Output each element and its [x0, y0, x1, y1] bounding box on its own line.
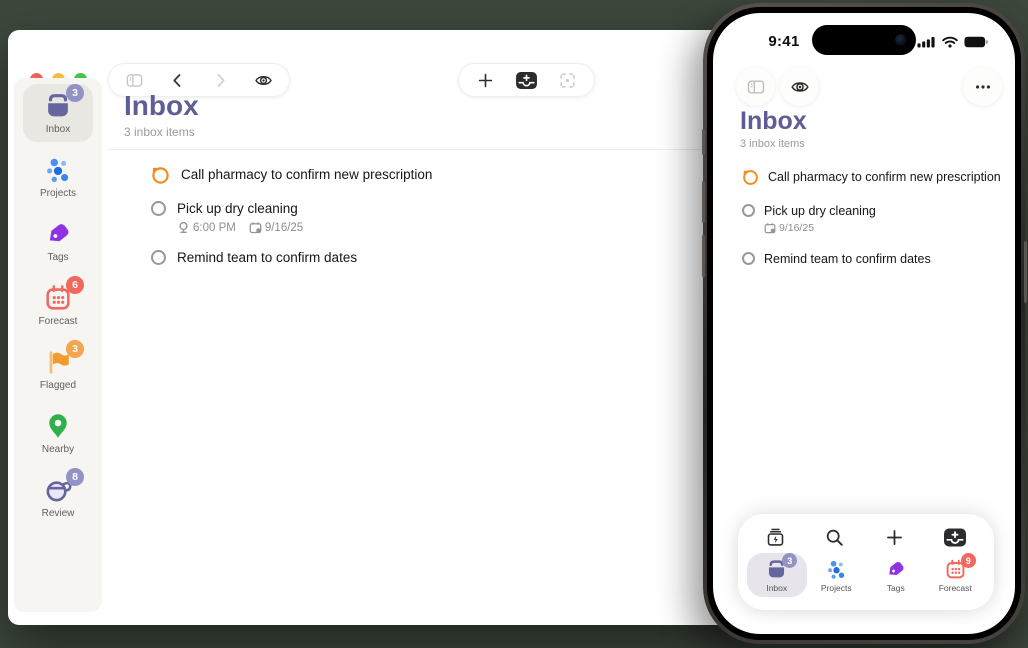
volume-up-button [702, 181, 705, 223]
ellipsis-icon [973, 77, 993, 97]
cellular-signal-icon [917, 36, 936, 48]
sidebar-item-label: Tags [47, 252, 68, 263]
sidebar-item-inbox[interactable]: 3 Inbox [23, 84, 93, 142]
tag-icon [884, 558, 907, 581]
due-time-chip: 6:00 PM [177, 221, 236, 234]
flagged-task-checkbox[interactable] [742, 169, 759, 186]
task-row[interactable]: Call pharmacy to confirm new prescriptio… [742, 169, 1005, 186]
due-date-chip: 9/16/25 [764, 222, 814, 234]
task-list: Call pharmacy to confirm new prescriptio… [742, 169, 1005, 283]
task-checkbox[interactable] [151, 250, 166, 265]
dynamic-island [812, 25, 916, 55]
sidebar-item-review[interactable]: 8 Review [23, 468, 93, 526]
forecast-badge: 9 [961, 553, 976, 568]
sidebar-item-nearby[interactable]: Nearby [23, 404, 93, 462]
tag-icon [43, 219, 73, 249]
sidebar-toggle-icon [746, 77, 766, 97]
page-subtitle: 3 inbox items [740, 138, 807, 150]
projects-dots-icon [43, 155, 73, 185]
sidebar-item-label: Review [42, 508, 75, 519]
tab-inbox[interactable]: 3 Inbox [747, 553, 807, 597]
due-time: 6:00 PM [193, 222, 236, 234]
sidebar-item-label: Nearby [42, 444, 74, 455]
eye-icon [790, 77, 810, 97]
tab-label: Projects [821, 583, 852, 593]
task-checkbox[interactable] [742, 204, 755, 217]
save-to-inbox-icon[interactable] [943, 527, 967, 548]
front-camera [895, 34, 907, 46]
phone-more-button[interactable] [963, 67, 1002, 106]
status-bar-icons [917, 36, 989, 48]
inbox-badge: 3 [66, 84, 84, 102]
battery-icon [964, 36, 989, 48]
tab-tags[interactable]: Tags [866, 553, 926, 597]
wifi-icon [942, 36, 958, 48]
sidebar-item-tags[interactable]: Tags [23, 212, 93, 270]
tab-label: Tags [887, 583, 905, 593]
flagged-badge: 3 [66, 340, 84, 358]
phone-sidebar-toggle-button[interactable] [736, 67, 775, 106]
task-checkbox[interactable] [742, 252, 755, 265]
phone-quick-actions [738, 514, 994, 548]
due-date: 9/16/25 [779, 222, 814, 234]
quick-capture-icon[interactable] [765, 527, 786, 548]
power-button [1024, 241, 1027, 303]
task-title: Remind team to confirm dates [764, 251, 931, 266]
phone-bezel: 9:41 Inbox 3 inbox items [707, 7, 1021, 640]
task-metadata: 6:00 PM 9/16/25 [177, 221, 303, 234]
tab-projects[interactable]: Projects [807, 553, 867, 597]
map-pin-icon [43, 411, 73, 441]
sidebar-item-flagged[interactable]: 3 Flagged [23, 340, 93, 398]
sidebar-item-forecast[interactable]: 6 Forecast [23, 276, 93, 334]
task-title: Call pharmacy to confirm new prescriptio… [181, 166, 432, 182]
action-button [702, 129, 705, 155]
sidebar-item-label: Projects [40, 188, 76, 199]
task-checkbox[interactable] [151, 201, 166, 216]
forecast-badge: 6 [66, 276, 84, 294]
mac-sidebar: 3 Inbox Projects Tags 6 [14, 78, 102, 612]
phone-bottom-bar: 3 Inbox Projects [738, 514, 994, 610]
status-bar-time: 9:41 [749, 33, 819, 50]
sidebar-item-projects[interactable]: Projects [23, 148, 93, 206]
due-date-chip: 9/16/25 [249, 221, 303, 234]
task-title: Remind team to confirm dates [177, 249, 357, 265]
tab-label: Forecast [939, 583, 972, 593]
task-title: Pick up dry cleaning [764, 203, 876, 218]
projects-dots-icon [825, 558, 848, 581]
task-row[interactable]: Remind team to confirm dates [742, 251, 1005, 266]
task-row[interactable]: Pick up dry cleaning 9/16/25 [742, 203, 1005, 234]
plus-icon[interactable] [884, 527, 905, 548]
tab-forecast[interactable]: 9 Forecast [926, 553, 986, 597]
page-title: Inbox [740, 107, 807, 136]
phone-content-header: Inbox 3 inbox items [740, 107, 807, 150]
notification-bell-icon [177, 221, 190, 234]
review-badge: 8 [66, 468, 84, 486]
task-metadata: 9/16/25 [764, 222, 876, 234]
screenshot-canvas: 3 Inbox Projects Tags 6 [0, 0, 1028, 648]
phone-screen: 9:41 Inbox 3 inbox items [713, 13, 1015, 634]
sidebar-item-label: Flagged [40, 380, 76, 391]
task-title: Call pharmacy to confirm new prescriptio… [768, 169, 1001, 184]
phone-view-options-button[interactable] [780, 67, 819, 106]
flagged-task-checkbox[interactable] [151, 166, 170, 185]
task-title: Pick up dry cleaning [177, 200, 303, 216]
tab-label: Inbox [766, 583, 787, 593]
sidebar-item-label: Forecast [39, 316, 78, 327]
volume-down-button [702, 235, 705, 277]
phone-tab-bar: 3 Inbox Projects [738, 553, 994, 597]
due-date: 9/16/25 [265, 222, 303, 234]
search-icon[interactable] [824, 527, 845, 548]
inbox-badge: 3 [782, 553, 797, 568]
sidebar-item-label: Inbox [46, 124, 70, 135]
iphone-mockup: 9:41 Inbox 3 inbox items [703, 3, 1025, 644]
calendar-date-icon [764, 222, 776, 234]
calendar-date-icon [249, 221, 262, 234]
